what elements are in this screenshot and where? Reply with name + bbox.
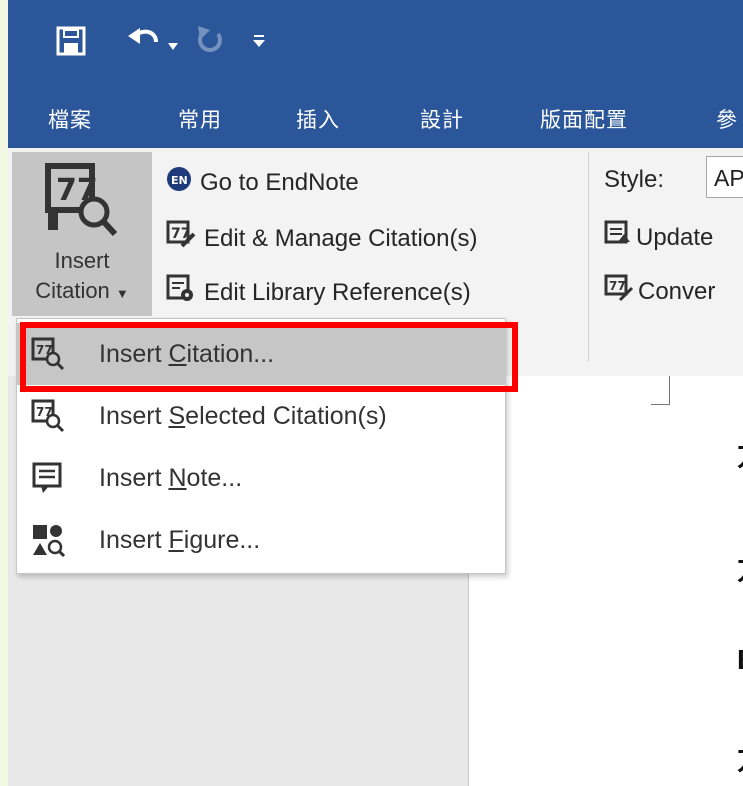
tab-insert[interactable]: 插入 bbox=[296, 104, 340, 134]
menu-item-label: Insert Note... bbox=[99, 463, 243, 492]
edit-library-icon bbox=[166, 274, 196, 311]
document-page[interactable]: 方 方 Ba 方 bbox=[469, 376, 743, 786]
insert-citation-label-text: Citation bbox=[35, 278, 110, 303]
edit-manage-label: Edit & Manage Citation(s) bbox=[204, 224, 478, 252]
tab-design[interactable]: 設計 bbox=[420, 104, 464, 134]
convert-icon: 77 bbox=[604, 274, 634, 309]
go-to-endnote-button[interactable]: EN Go to EndNote bbox=[166, 166, 359, 199]
style-select[interactable]: AP bbox=[706, 156, 743, 198]
quick-access-toolbar bbox=[8, 0, 743, 90]
insert-citation-button[interactable]: 77 Insert Citation ▼ bbox=[12, 152, 152, 316]
document-line[interactable]: Ba bbox=[737, 644, 743, 676]
menu-item-label: Insert Figure... bbox=[99, 525, 261, 554]
menu-item-insert-figure[interactable]: Insert Figure... bbox=[17, 509, 505, 571]
menu-item-insert-selected-citation[interactable]: 77 Insert Selected Citation(s) bbox=[17, 385, 505, 447]
update-label: Update bbox=[636, 223, 714, 251]
svg-text:EN: EN bbox=[171, 174, 188, 187]
convert-label: Conver bbox=[638, 277, 716, 305]
customize-qat-icon[interactable] bbox=[252, 34, 266, 53]
svg-text:77: 77 bbox=[609, 279, 626, 293]
update-icon bbox=[604, 220, 632, 255]
edit-manage-citations-button[interactable]: 77 Edit & Manage Citation(s) bbox=[166, 220, 477, 257]
redo-icon[interactable] bbox=[194, 24, 224, 61]
endnote-logo-icon: EN bbox=[166, 166, 192, 199]
tab-layout[interactable]: 版面配置 bbox=[540, 104, 628, 134]
style-label: Style: bbox=[604, 166, 665, 193]
insert-selected-citation-icon: 77 bbox=[31, 399, 65, 433]
insert-citation-icon: 77 bbox=[44, 162, 120, 245]
undo-dropdown-icon[interactable] bbox=[168, 38, 178, 56]
tab-file[interactable]: 檔案 bbox=[48, 104, 92, 134]
document-line[interactable]: 方 bbox=[737, 738, 743, 778]
menu-item-label: Insert Selected Citation(s) bbox=[99, 401, 387, 430]
tab-references[interactable]: 參 bbox=[716, 104, 738, 134]
chevron-down-icon: ▼ bbox=[115, 286, 129, 301]
edit-library-label: Edit Library Reference(s) bbox=[204, 278, 471, 306]
insert-citation-label-1: Insert bbox=[54, 248, 110, 273]
ribbon-separator bbox=[588, 152, 589, 362]
word-window: 檔案 常用 插入 設計 版面配置 參 77 Insert Citation ▼ bbox=[8, 0, 743, 786]
insert-figure-icon bbox=[31, 523, 66, 558]
convert-citations-button[interactable]: 77 Conver bbox=[604, 274, 715, 309]
edit-library-reference-button[interactable]: Edit Library Reference(s) bbox=[166, 274, 471, 311]
go-to-endnote-label: Go to EndNote bbox=[200, 168, 359, 196]
undo-icon[interactable] bbox=[128, 24, 162, 61]
document-line[interactable]: 方 bbox=[737, 434, 743, 474]
highlight-annotation bbox=[20, 322, 518, 392]
crop-mark-horizontal bbox=[651, 404, 670, 405]
insert-citation-label-2: Citation ▼ bbox=[12, 278, 152, 304]
insert-note-icon bbox=[31, 461, 65, 495]
tab-home[interactable]: 常用 bbox=[178, 104, 222, 134]
save-icon[interactable] bbox=[56, 26, 86, 61]
document-line[interactable]: 方 bbox=[737, 548, 743, 588]
edit-citation-icon: 77 bbox=[166, 220, 196, 257]
crop-mark bbox=[669, 376, 670, 404]
ribbon-tabs: 檔案 常用 插入 設計 版面配置 參 bbox=[8, 90, 743, 148]
update-citations-button[interactable]: Update bbox=[604, 220, 713, 255]
menu-item-insert-note[interactable]: Insert Note... bbox=[17, 447, 505, 509]
